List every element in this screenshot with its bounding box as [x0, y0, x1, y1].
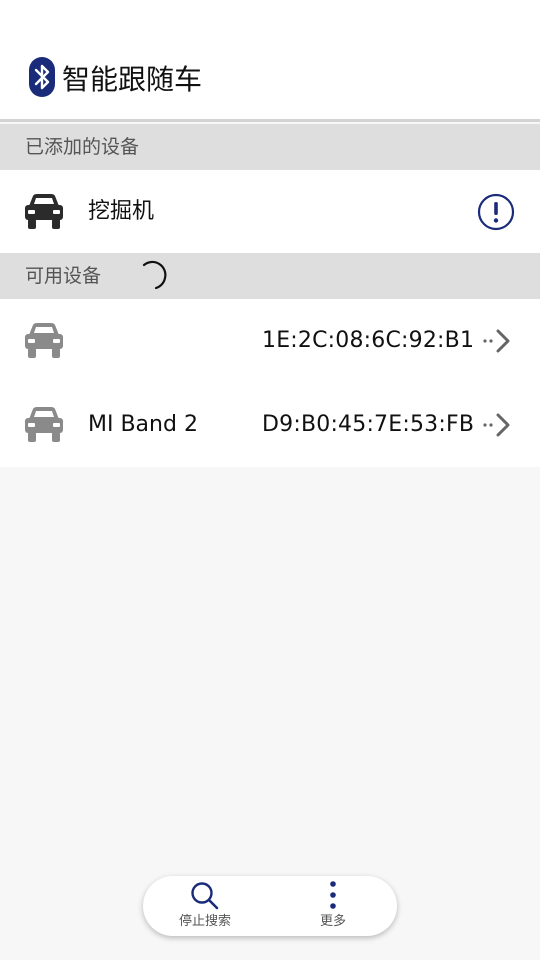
bluetooth-icon	[29, 57, 55, 97]
stop-search-button[interactable]: 停止搜索	[155, 876, 255, 936]
device-name: 挖掘机	[88, 199, 155, 224]
app-title: 智能跟随车	[62, 63, 203, 96]
device-mac-address: D9:B0:45:7E:53:FB	[262, 412, 475, 437]
available-device-row[interactable]: MI Band 2 D9:B0:45:7E:53:FB	[0, 383, 540, 467]
stop-search-label: 停止搜索	[178, 914, 231, 929]
more-vertical-icon	[330, 881, 336, 909]
available-device-row[interactable]: 1E:2C:08:6C:92:B1	[0, 299, 540, 383]
car-icon	[25, 323, 63, 358]
more-button[interactable]: 更多	[283, 876, 383, 936]
arrow-right-icon[interactable]	[482, 409, 514, 441]
exclamation-circle-icon[interactable]	[477, 193, 515, 231]
car-icon	[25, 407, 63, 442]
app-screen: 智能跟随车 已添加的设备 挖掘机 可用设备 1E:2C:08:6C:92:B1 …	[0, 0, 540, 960]
more-label: 更多	[319, 914, 346, 929]
car-icon	[25, 194, 63, 229]
arrow-right-icon[interactable]	[482, 325, 514, 357]
added-device-row[interactable]: 挖掘机	[0, 170, 540, 253]
device-mac-address: 1E:2C:08:6C:92:B1	[262, 328, 475, 353]
bottom-action-bar: 停止搜索 更多	[143, 876, 397, 936]
section-header-added-devices: 已添加的设备	[0, 124, 540, 170]
search-icon	[191, 882, 219, 910]
loading-spinner-icon	[142, 260, 167, 290]
section-header-available-devices: 可用设备	[0, 253, 540, 299]
device-name: MI Band 2	[88, 412, 198, 437]
app-header: 智能跟随车	[0, 0, 540, 122]
